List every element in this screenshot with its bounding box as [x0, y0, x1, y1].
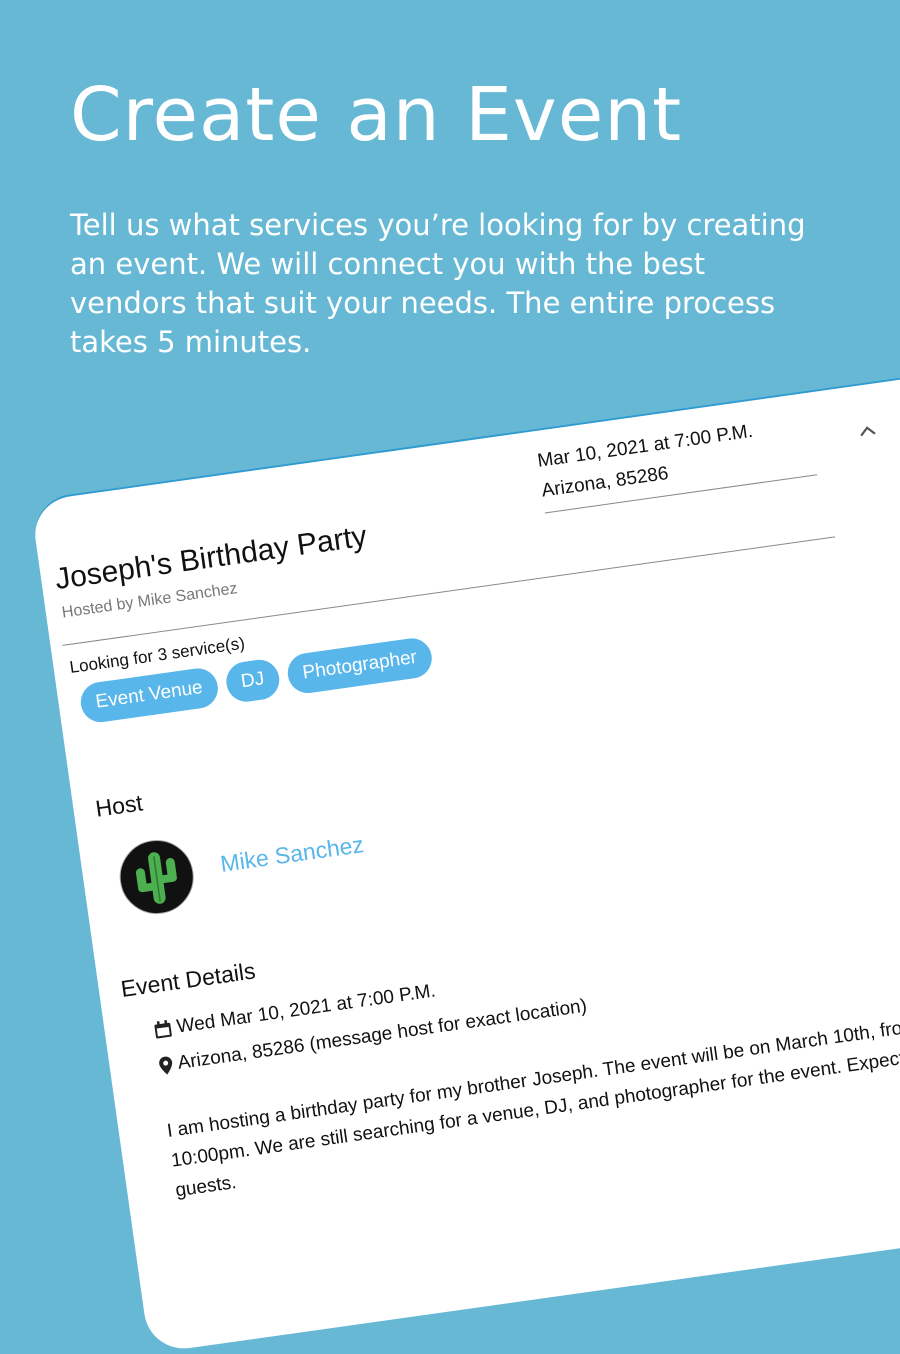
intro-text: Tell us what services you’re looking for…	[70, 208, 806, 359]
chevron-up-icon[interactable]	[857, 416, 878, 444]
service-tag-dj[interactable]: DJ	[223, 657, 282, 705]
host-avatar[interactable]	[114, 835, 199, 919]
service-tag-event-venue[interactable]: Event Venue	[78, 665, 221, 725]
service-tag-photographer[interactable]: Photographer	[285, 635, 435, 696]
calendar-icon	[154, 1020, 172, 1039]
location-pin-icon	[159, 1056, 173, 1075]
host-name-link[interactable]: Mike Sanchez	[219, 831, 366, 878]
event-meta: Mar 10, 2021 at 7:00 P.M. Arizona, 85286	[536, 417, 759, 507]
cactus-icon	[135, 852, 177, 904]
page-headline: Create an Event	[70, 72, 683, 158]
event-details-heading: Event Details	[119, 957, 257, 1002]
event-card: Joseph's Birthday Party Hosted by Mike S…	[30, 363, 900, 1354]
host-heading: Host	[93, 789, 145, 822]
event-description: I am hosting a birthday party for my bro…	[165, 1003, 900, 1202]
